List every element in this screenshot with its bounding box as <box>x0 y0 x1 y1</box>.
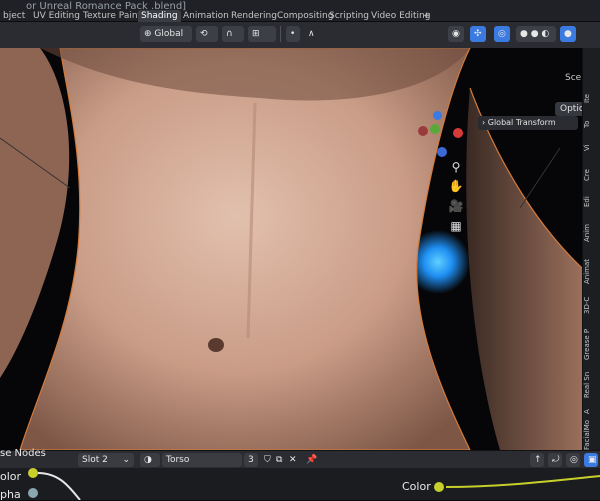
sidebar-tab-a[interactable]: A <box>583 406 600 418</box>
tab-object-mode[interactable]: bject <box>0 10 28 22</box>
node-header-button-d[interactable]: ▣ <box>584 453 598 467</box>
tab-scripting[interactable]: Scripting <box>326 10 372 22</box>
node-editor-header: Slot 2 ⌄ ◑ Torso 3 ⛉ ⧉ ✕ 📌 ↑ ⤾ ◎ ▣ <box>0 450 600 469</box>
node-editor[interactable]: se Nodes olor pha Color <box>0 448 600 501</box>
snap-toggle[interactable]: ∩ <box>222 26 244 42</box>
tab-uv-editing[interactable]: UV Editing <box>30 10 83 22</box>
snap-grid-icon: ⊞ <box>252 29 260 39</box>
dot-icon: • <box>290 29 296 39</box>
overlays-toggle[interactable]: ◎ <box>494 26 510 42</box>
fake-user-button[interactable]: ⛉ <box>260 453 272 467</box>
camera-icon[interactable]: 🎥 <box>447 198 465 214</box>
right-color-socket[interactable] <box>434 482 444 492</box>
sidebar-tab-view[interactable]: Vi <box>583 138 600 158</box>
material-browse-button[interactable]: ◑ <box>140 453 160 467</box>
overlay-icon: ◎ <box>570 455 578 465</box>
sidebar-tab-create[interactable]: Cre <box>583 163 600 187</box>
gizmo-x-axis[interactable] <box>453 128 463 138</box>
magnet-icon: ∩ <box>226 29 233 39</box>
gizmo-neg-x-axis[interactable] <box>418 126 428 136</box>
3d-viewport[interactable]: ⚲ ✋ 🎥 ▦ <box>0 48 582 450</box>
node-title: se Nodes <box>0 448 46 459</box>
right-node-color-label: Color <box>402 480 431 493</box>
falloff-dropdown[interactable]: ∧ <box>304 26 318 42</box>
view-object-types-button[interactable]: ◉ <box>448 26 464 42</box>
gizmo-neg-z-axis[interactable] <box>437 147 447 157</box>
tab-texture-paint[interactable]: Texture Paint <box>80 10 144 22</box>
divider <box>280 26 281 42</box>
overlays-icon: ◎ <box>498 29 506 39</box>
node-header-button-b[interactable]: ⤾ <box>548 453 562 467</box>
zoom-icon[interactable]: ⚲ <box>447 159 465 175</box>
chevron-down-icon: ⌄ <box>122 455 130 465</box>
orientation-dropdown[interactable]: ⊕ Global <box>140 26 192 42</box>
gizmo-z-axis[interactable] <box>433 111 442 120</box>
left-arm <box>0 48 70 378</box>
sidebar-tab-facialmo[interactable]: FacialMo <box>583 420 600 450</box>
tab-animation[interactable]: Animation <box>180 10 232 22</box>
navel <box>208 338 224 352</box>
toggle-icon: ▣ <box>588 455 597 465</box>
pivot-icon: ⟲ <box>200 29 208 39</box>
torso-mesh <box>19 48 471 450</box>
shading-modes[interactable]: ● ● ◐ <box>516 26 556 42</box>
close-icon: ✕ <box>289 455 297 465</box>
snap-icon: ⤾ <box>552 455 560 465</box>
render-shading-button[interactable]: ● <box>560 26 576 42</box>
user-count[interactable]: 3 <box>244 453 258 467</box>
tab-rendering[interactable]: Rendering <box>228 10 280 22</box>
sidebar-tab-3dc[interactable]: 3D-C <box>583 293 600 317</box>
pan-hand-icon[interactable]: ✋ <box>447 178 465 194</box>
link-left <box>37 472 81 500</box>
gizmo-icon: ✣ <box>474 29 482 39</box>
sidebar-tab-grease-pencil[interactable]: Grease P <box>583 324 600 364</box>
right-arm <box>466 88 582 450</box>
slot-dropdown[interactable]: Slot 2 ⌄ <box>78 453 134 467</box>
sidebar-tab-real-snow[interactable]: Real Sn <box>583 368 600 402</box>
sidebar-tabs: Ite To Vi Cre Edi Anim Animat 3D-C Greas… <box>582 48 600 450</box>
pin-button[interactable]: 📌 <box>302 453 318 467</box>
viewport-header: ⊕ Global ⟲ ∩ ⊞ • ∧ ◉ ✣ ◎ ● ● ◐ ● <box>0 22 600 49</box>
link-right <box>445 475 600 488</box>
sidebar-tab-tool[interactable]: To <box>583 114 600 134</box>
arrow-up-icon: ↑ <box>534 455 542 465</box>
sidebar-tab-anim[interactable]: Anim <box>583 218 600 248</box>
pin-icon: 📌 <box>306 455 318 465</box>
render-shading-icon: ● <box>564 29 572 39</box>
tab-shading[interactable]: Shading <box>138 10 181 22</box>
pivot-button[interactable]: ⟲ <box>196 26 218 42</box>
sidebar-tab-animat[interactable]: Animat <box>583 253 600 289</box>
top-menu-bar: or Unreal Romance Pack .blend] bject UV … <box>0 0 600 22</box>
grid-view-icon[interactable]: ▦ <box>447 218 465 234</box>
shield-icon: ⛉ <box>264 455 271 465</box>
sidebar-tab-edit[interactable]: Edi <box>583 190 600 214</box>
falloff-curve-icon: ∧ <box>308 29 315 39</box>
sidebar-tab-item[interactable]: Ite <box>583 88 600 108</box>
node-links <box>37 472 600 500</box>
node-header-button-c[interactable]: ◎ <box>566 453 580 467</box>
global-transform-panel[interactable]: › Global Transform <box>478 116 578 130</box>
viewport-canvas <box>0 48 582 450</box>
proportional-edit-toggle[interactable]: • <box>286 26 300 42</box>
duplicate-button[interactable]: ⧉ <box>272 453 284 467</box>
duplicate-icon: ⧉ <box>276 455 283 465</box>
material-sphere-icon: ◑ <box>144 455 152 465</box>
material-name-field[interactable]: Torso <box>162 453 242 467</box>
orientation-icon: ⊕ <box>144 29 155 39</box>
eye-icon: ◉ <box>452 29 460 39</box>
gizmo-toggle[interactable]: ✣ <box>470 26 486 42</box>
node-header-button-a[interactable]: ↑ <box>530 453 544 467</box>
snap-element-dropdown[interactable]: ⊞ <box>248 26 276 42</box>
unlink-button[interactable]: ✕ <box>285 453 297 467</box>
gizmo-y-axis[interactable] <box>430 124 440 134</box>
shading-mode-icons: ● ● ◐ <box>520 29 550 39</box>
add-workspace-button[interactable]: + <box>420 10 434 22</box>
